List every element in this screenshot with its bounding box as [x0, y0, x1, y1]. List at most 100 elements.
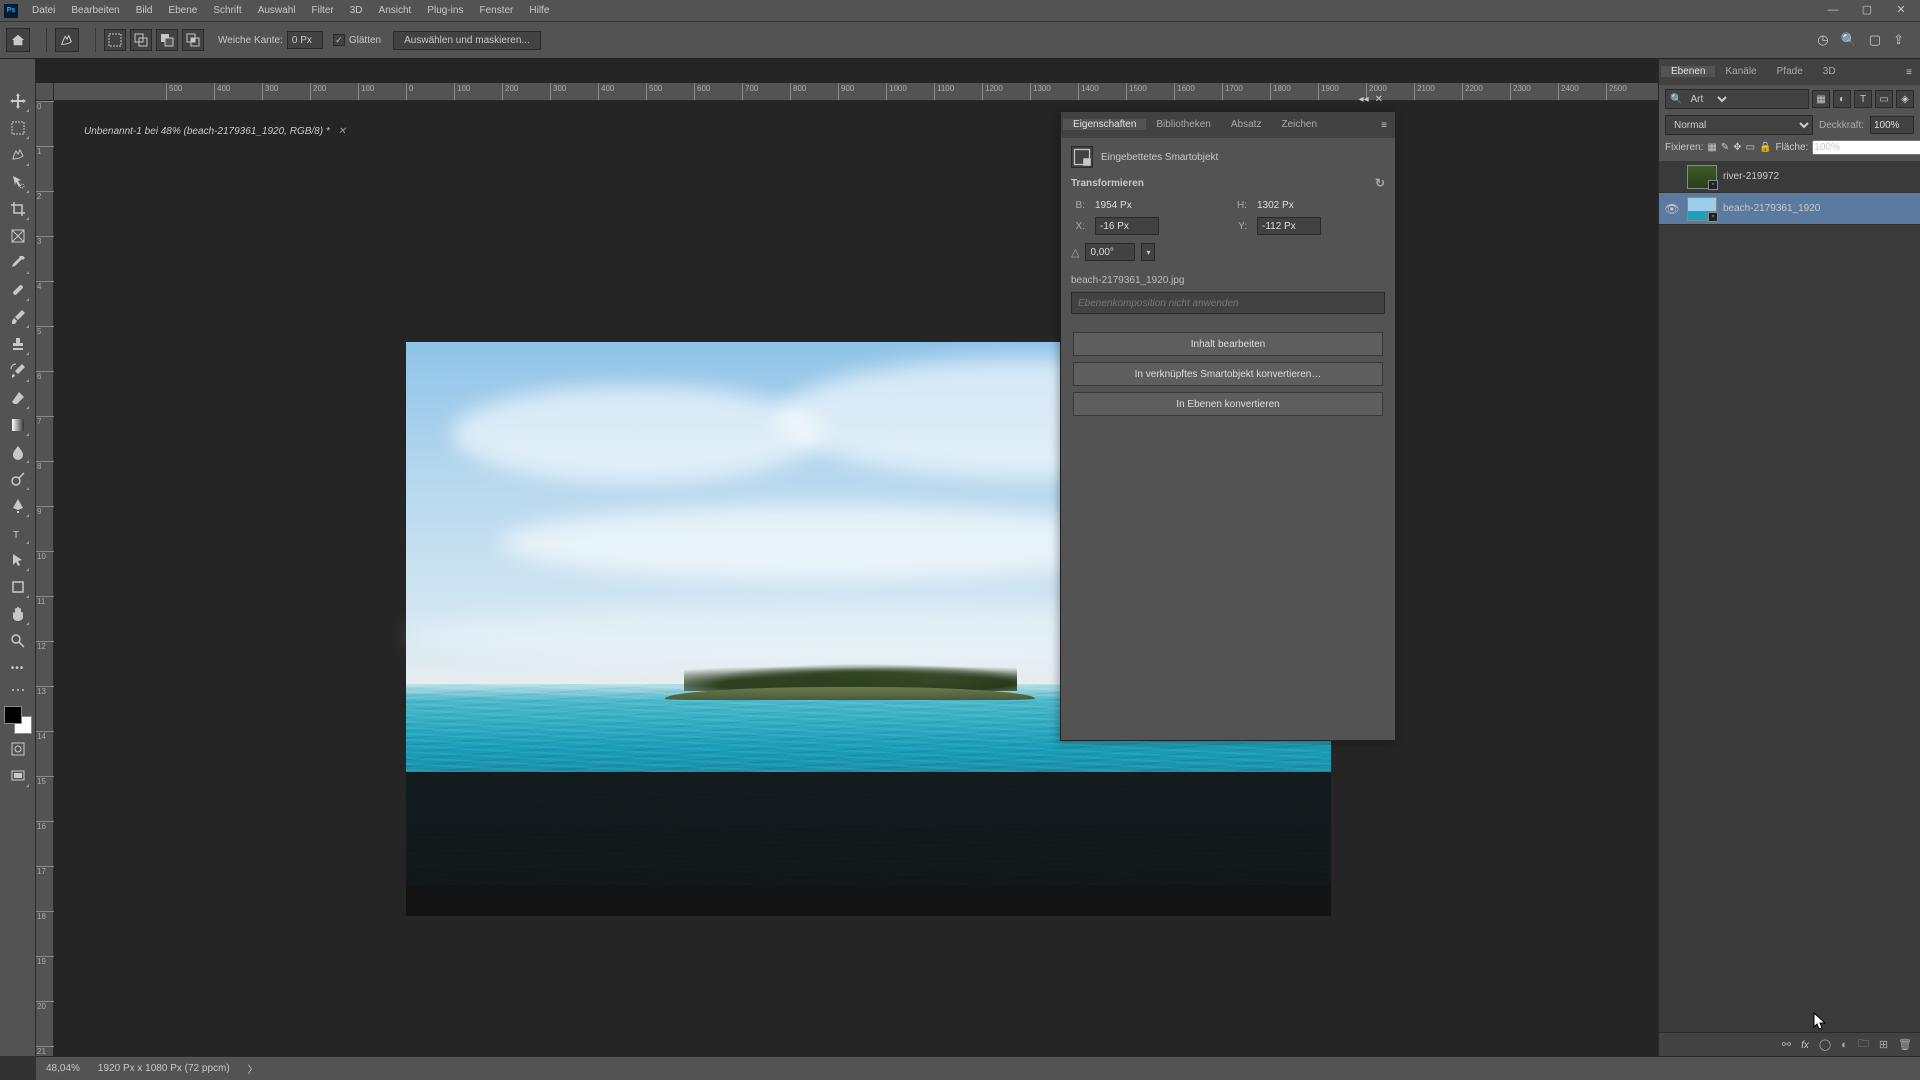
search-app-icon[interactable]: 🔍 — [1841, 32, 1857, 48]
eraser-tool[interactable] — [6, 386, 30, 410]
layer-row[interactable]: ▫ river-219972 — [1659, 161, 1920, 193]
vertical-ruler[interactable]: 01234567891011121314151617181920212223 — [36, 101, 54, 1056]
filter-type-icon[interactable]: T — [1854, 90, 1872, 108]
workspace-icon[interactable]: ▢ — [1869, 32, 1881, 48]
menu-ansicht[interactable]: Ansicht — [371, 5, 420, 16]
layers-tab-pfade[interactable]: Pfade — [1767, 66, 1813, 77]
menu-3d[interactable]: 3D — [342, 5, 371, 16]
feather-input[interactable] — [287, 31, 323, 49]
reset-transform-icon[interactable]: ↻ — [1375, 176, 1385, 190]
lock-paint-icon[interactable]: ✎ — [1721, 139, 1729, 155]
filter-shape-icon[interactable]: ▭ — [1875, 90, 1893, 108]
edit-contents-button[interactable]: Inhalt bearbeiten — [1073, 332, 1383, 356]
lock-position-icon[interactable]: ✥ — [1733, 139, 1741, 155]
y-input[interactable] — [1257, 217, 1321, 235]
width-value[interactable]: 1954 Px — [1095, 200, 1223, 211]
horizontal-ruler[interactable]: 5004003002001000100200300400500600700800… — [54, 83, 1658, 101]
close-panel-icon[interactable]: ✕ — [1375, 94, 1383, 105]
cloud-sync-icon[interactable]: ◷ — [1817, 32, 1828, 48]
fg-color-swatch[interactable] — [4, 706, 22, 724]
menu-hilfe[interactable]: Hilfe — [521, 5, 557, 16]
layer-fx-icon[interactable]: fx — [1801, 1039, 1809, 1051]
share-icon[interactable]: ⇪ — [1893, 32, 1904, 48]
intersect-selection-icon[interactable] — [182, 29, 204, 51]
properties-tab-absatz[interactable]: Absatz — [1221, 119, 1272, 130]
properties-tab-zeichen[interactable]: Zeichen — [1271, 119, 1327, 130]
layer-name[interactable]: river-219972 — [1723, 171, 1779, 182]
layer-thumbnail[interactable]: ▫ — [1687, 165, 1717, 189]
more-tools[interactable]: ••• — [6, 656, 30, 680]
layer-mask-icon[interactable]: ◯ — [1819, 1038, 1831, 1051]
link-layers-icon[interactable]: ⚯ — [1782, 1038, 1791, 1051]
zoom-tool[interactable] — [6, 629, 30, 653]
select-and-mask-button[interactable]: Auswählen und maskieren... — [393, 31, 541, 50]
new-layer-icon[interactable]: ⊞ — [1879, 1038, 1888, 1051]
lock-all-icon[interactable]: 🔒 — [1759, 139, 1771, 155]
gradient-tool[interactable] — [6, 413, 30, 437]
convert-layers-button[interactable]: In Ebenen konvertieren — [1073, 392, 1383, 416]
marquee-tool[interactable] — [6, 116, 30, 140]
lasso-tool[interactable] — [6, 143, 30, 167]
layer-comp-select[interactable] — [1071, 292, 1385, 314]
layer-filter[interactable]: 🔍 Art — [1665, 89, 1809, 109]
subtract-selection-icon[interactable] — [156, 29, 178, 51]
crop-tool[interactable] — [6, 197, 30, 221]
pen-tool[interactable] — [6, 494, 30, 518]
active-tool-icon[interactable] — [55, 28, 79, 52]
angle-input[interactable] — [1085, 243, 1135, 261]
quick-select-tool[interactable] — [6, 170, 30, 194]
quick-mask-toggle[interactable] — [6, 737, 30, 761]
type-tool[interactable]: T — [6, 521, 30, 545]
maximize-button[interactable]: ▢ — [1850, 0, 1884, 21]
collapse-panel-icon[interactable]: ◂◂ — [1359, 94, 1369, 105]
opacity-input[interactable] — [1870, 116, 1914, 134]
document-tab[interactable]: Unbenannt-1 bei 48% (beach-2179361_1920,… — [72, 121, 358, 142]
blend-mode-select[interactable]: Normal — [1665, 115, 1813, 135]
menu-bild[interactable]: Bild — [128, 5, 161, 16]
shape-tool[interactable] — [6, 575, 30, 599]
menu-ebene[interactable]: Ebene — [160, 5, 205, 16]
menu-datei[interactable]: Datei — [24, 5, 63, 16]
x-input[interactable] — [1095, 217, 1159, 235]
menu-plug-ins[interactable]: Plug-ins — [419, 5, 471, 16]
color-swatches[interactable] — [4, 706, 32, 734]
adjustment-layer-icon[interactable]: ◐ — [1841, 1039, 1848, 1051]
menu-auswahl[interactable]: Auswahl — [250, 5, 304, 16]
filter-kind-select[interactable]: Art — [1686, 93, 1730, 106]
close-tab-icon[interactable]: ✕ — [338, 126, 346, 137]
antialias-checkbox[interactable] — [333, 34, 345, 46]
status-more-icon[interactable]: 〉 — [248, 1061, 258, 1076]
move-tool[interactable] — [6, 89, 30, 113]
delete-layer-icon[interactable]: 🗑 — [1898, 1038, 1912, 1051]
properties-tab-bibliotheken[interactable]: Bibliotheken — [1146, 119, 1220, 130]
brush-tool[interactable] — [6, 305, 30, 329]
filter-smart-icon[interactable]: ◈ — [1896, 90, 1914, 108]
stamp-tool[interactable] — [6, 332, 30, 356]
height-value[interactable]: 1302 Px — [1257, 200, 1385, 211]
layers-tab-ebenen[interactable]: Ebenen — [1661, 66, 1715, 77]
lock-artboard-icon[interactable]: ▭ — [1746, 139, 1755, 155]
fill-input[interactable] — [1812, 140, 1920, 155]
menu-filter[interactable]: Filter — [304, 5, 342, 16]
properties-tab-eigenschaften[interactable]: Eigenschaften — [1063, 119, 1146, 130]
layers-tab-3d[interactable]: 3D — [1813, 66, 1846, 77]
convert-linked-button[interactable]: In verknüpftes Smartobjekt konvertieren… — [1073, 362, 1383, 386]
layer-name[interactable]: beach-2179361_1920 — [1723, 203, 1820, 214]
minimize-button[interactable]: — — [1816, 0, 1850, 21]
path-select-tool[interactable] — [6, 548, 30, 572]
close-button[interactable]: ✕ — [1884, 0, 1918, 21]
menu-fenster[interactable]: Fenster — [471, 5, 521, 16]
new-selection-icon[interactable] — [104, 29, 126, 51]
hand-tool[interactable] — [6, 602, 30, 626]
menu-bearbeiten[interactable]: Bearbeiten — [63, 5, 127, 16]
layers-panel-menu-icon[interactable]: ≡ — [1906, 67, 1912, 78]
filter-pixel-icon[interactable]: ▦ — [1812, 90, 1830, 108]
layer-group-icon[interactable]: 🗀 — [1858, 1035, 1869, 1054]
zoom-level[interactable]: 48,04% — [46, 1063, 80, 1074]
layer-row[interactable]: 👁 ▫ beach-2179361_1920 — [1659, 193, 1920, 225]
home-button[interactable] — [6, 28, 30, 52]
lock-transparency-icon[interactable]: ▦ — [1707, 139, 1716, 155]
blur-tool[interactable] — [6, 440, 30, 464]
add-selection-icon[interactable] — [130, 29, 152, 51]
dodge-tool[interactable] — [6, 467, 30, 491]
